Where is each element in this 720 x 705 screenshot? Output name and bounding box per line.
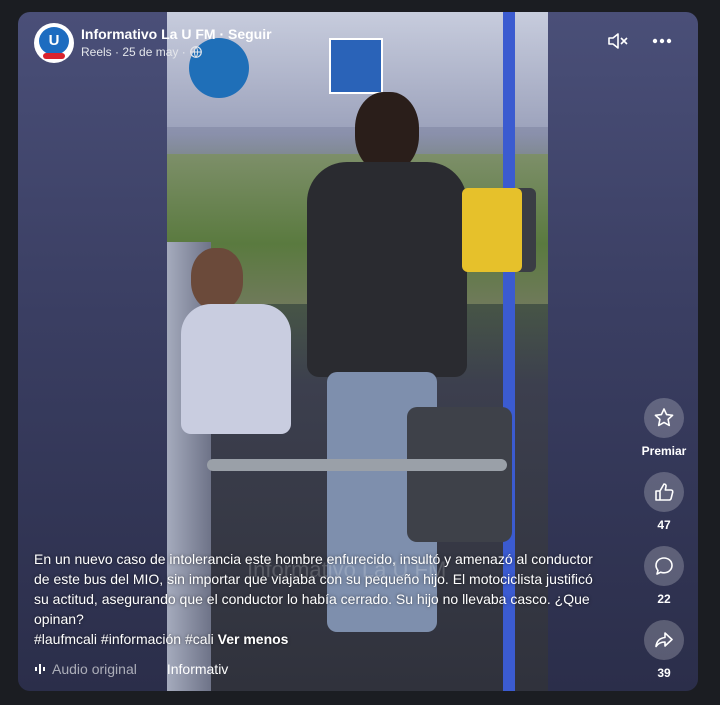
post-caption: En un nuevo caso de intolerancia este ho… bbox=[34, 549, 604, 649]
avatar-logo: U bbox=[39, 27, 69, 55]
mute-icon[interactable] bbox=[606, 29, 630, 53]
caption-text: En un nuevo caso de intolerancia este ho… bbox=[34, 551, 593, 627]
share-arrow-icon bbox=[644, 620, 684, 660]
turnstile-bar bbox=[207, 459, 507, 471]
post-date[interactable]: Reels · 25 de may · bbox=[81, 45, 186, 59]
premiar-button[interactable]: Premiar bbox=[638, 398, 690, 458]
turnstile bbox=[407, 407, 512, 542]
card-validator bbox=[462, 188, 522, 272]
post-header: U Informativo La U FM · Seguir Reels · 2… bbox=[34, 23, 674, 65]
avatar[interactable]: U bbox=[34, 23, 74, 63]
share-button[interactable]: 39 bbox=[638, 620, 690, 680]
share-count: 39 bbox=[657, 666, 671, 680]
see-less-link[interactable]: Ver menos bbox=[218, 631, 289, 647]
like-button[interactable]: 47 bbox=[638, 472, 690, 532]
star-badge-icon bbox=[644, 398, 684, 438]
premiar-label: Premiar bbox=[641, 444, 687, 458]
like-count: 47 bbox=[657, 518, 671, 532]
thumbs-up-icon bbox=[644, 472, 684, 512]
page-name-follow-link[interactable]: Informativo La U FM · Seguir bbox=[81, 26, 272, 42]
comment-icon bbox=[644, 546, 684, 586]
bus-driver bbox=[181, 248, 301, 438]
caption-hashtags[interactable]: #laufmcali #información #cali bbox=[34, 631, 214, 647]
reel-footer: Audio original Informativ bbox=[34, 661, 228, 677]
audio-link[interactable]: Audio original bbox=[34, 661, 137, 677]
footer-page-label[interactable]: Informativ bbox=[167, 661, 228, 677]
audio-label: Audio original bbox=[52, 661, 137, 677]
more-options-icon[interactable] bbox=[650, 29, 674, 53]
comment-button[interactable]: 22 bbox=[638, 546, 690, 606]
globe-icon bbox=[189, 46, 202, 58]
comment-count: 22 bbox=[657, 592, 671, 606]
audio-wave-icon bbox=[35, 664, 45, 674]
post-meta: Reels · 25 de may · bbox=[81, 45, 202, 59]
